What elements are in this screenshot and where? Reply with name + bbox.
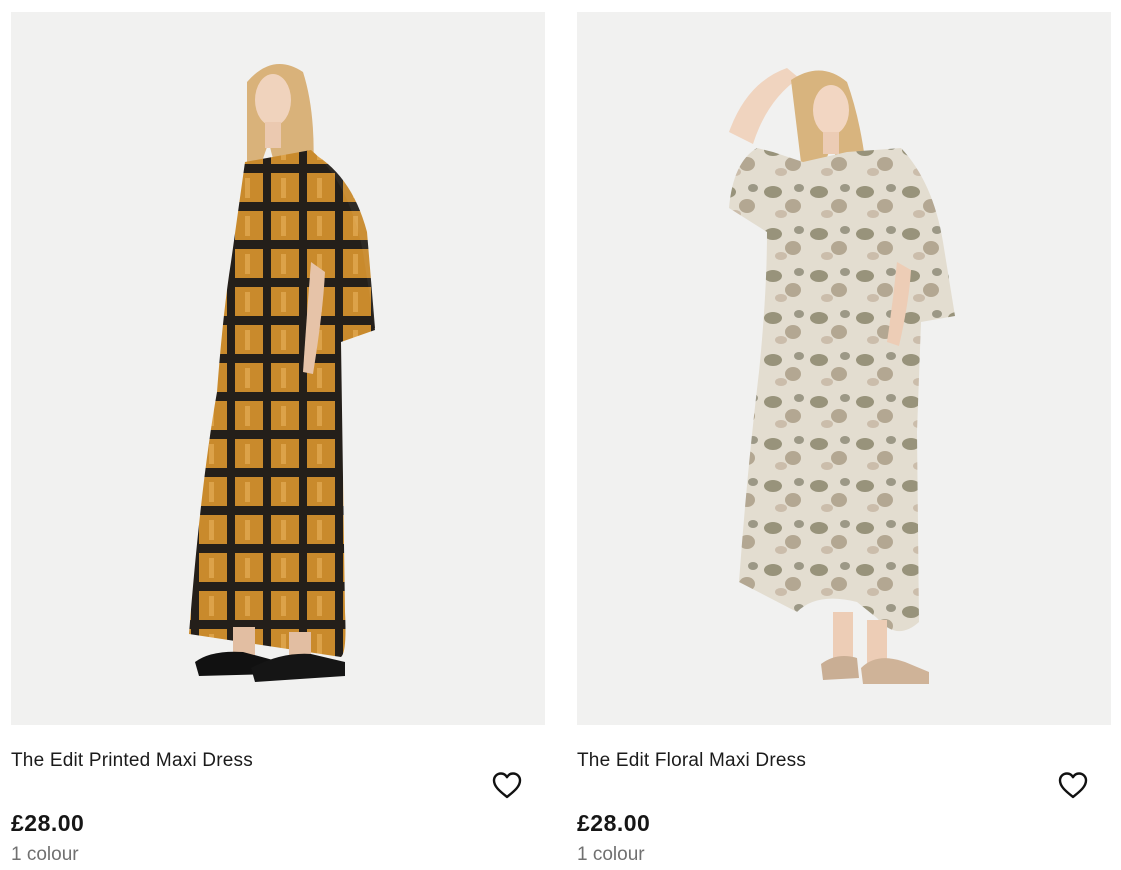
wishlist-button[interactable]: [489, 767, 525, 803]
product-title[interactable]: The Edit Printed Maxi Dress: [11, 750, 253, 772]
wishlist-button[interactable]: [1055, 767, 1091, 803]
product-photo: [729, 68, 955, 684]
product-title[interactable]: The Edit Floral Maxi Dress: [577, 750, 806, 772]
product-card: The Edit Floral Maxi Dress £28.00 1 colo…: [577, 12, 1111, 870]
heart-outline-icon: [1058, 772, 1088, 799]
product-image[interactable]: [577, 12, 1111, 725]
product-grid: The Edit Printed Maxi Dress £28.00 1 col…: [0, 0, 1121, 870]
product-card: The Edit Printed Maxi Dress £28.00 1 col…: [11, 12, 545, 870]
product-photo: [189, 64, 375, 682]
colour-count: 1 colour: [11, 844, 79, 865]
product-image[interactable]: [11, 12, 545, 725]
colour-count: 1 colour: [577, 844, 645, 865]
product-price: £28.00: [11, 810, 85, 836]
product-price: £28.00: [577, 810, 651, 836]
heart-outline-icon: [492, 772, 522, 799]
